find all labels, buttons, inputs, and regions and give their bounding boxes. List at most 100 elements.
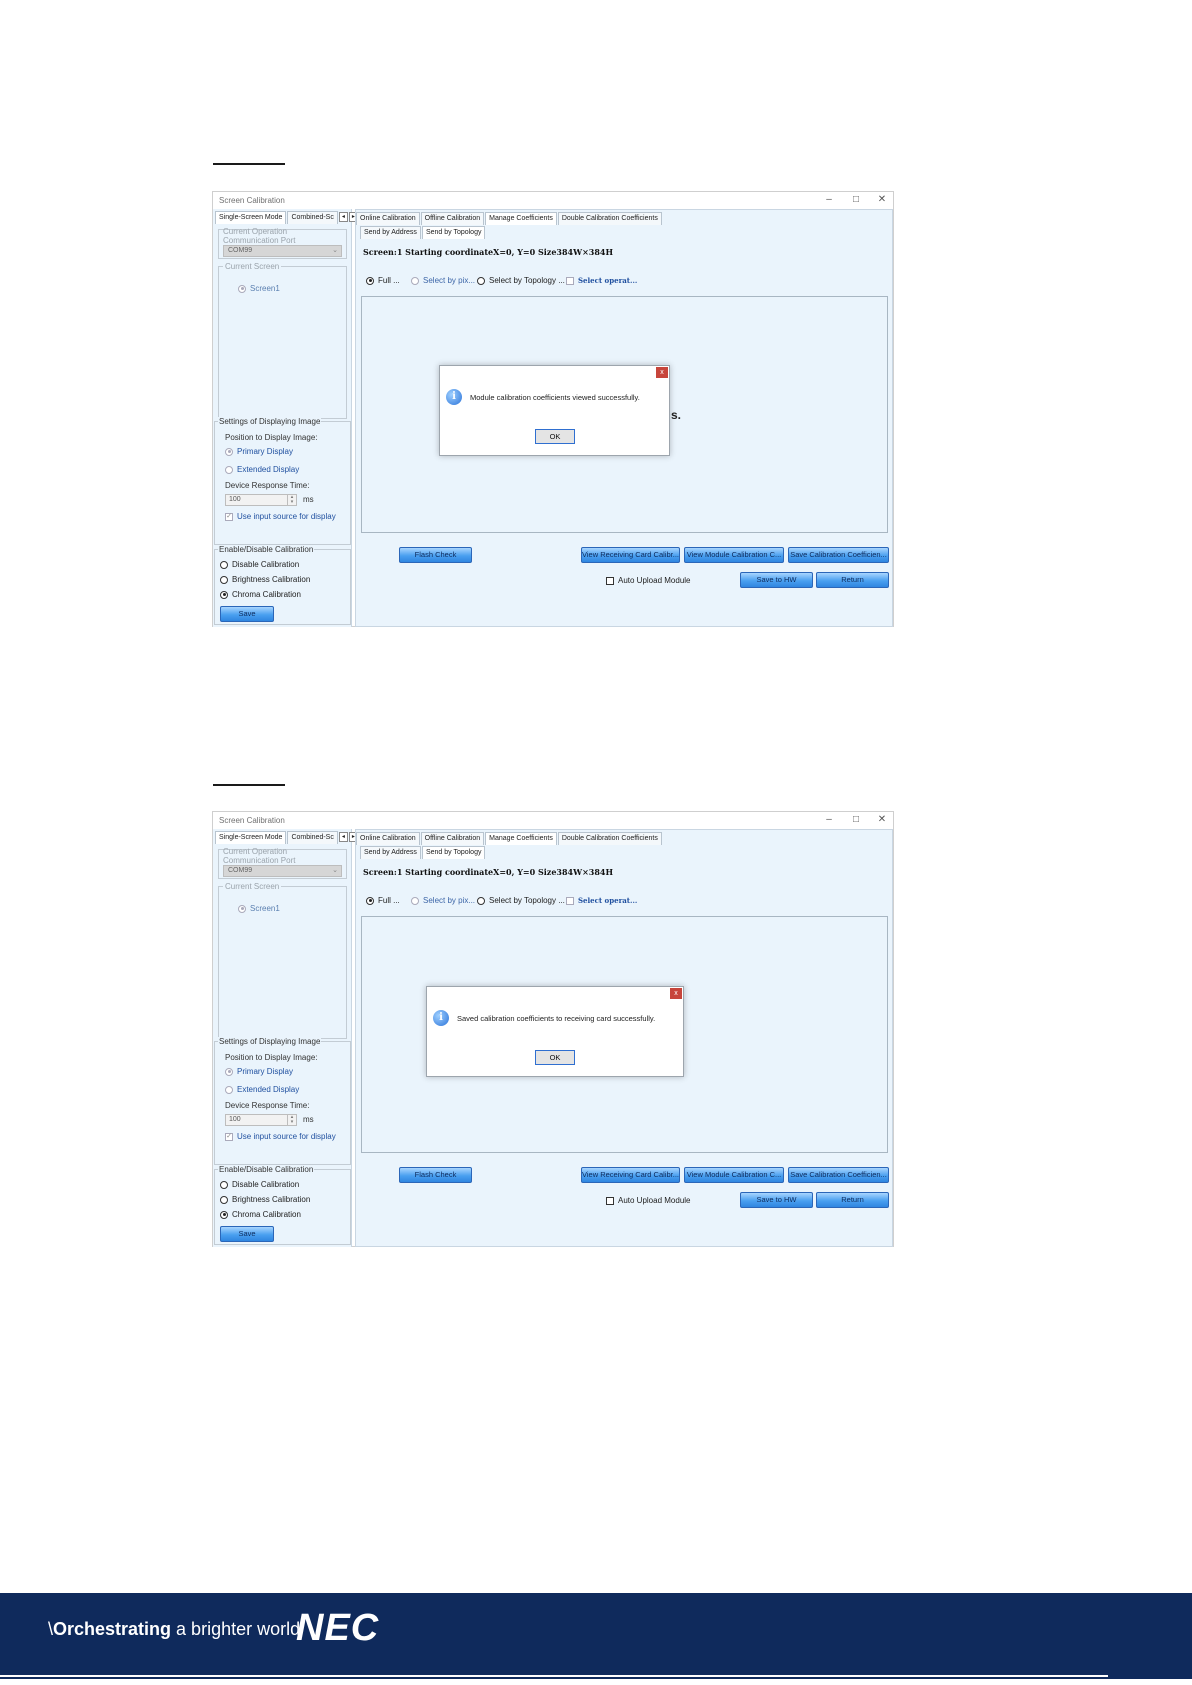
- tab-manage-coefficients[interactable]: Manage Coefficients: [485, 832, 557, 845]
- success-dialog: x i Module calibration coefficients view…: [439, 365, 670, 456]
- tab-send-by-topology[interactable]: Send by Topology: [421, 226, 486, 239]
- tab-online-calibration[interactable]: Online Calibration: [356, 832, 420, 845]
- current-operation-label: Current Operation: [223, 847, 288, 856]
- tab-single-screen-mode[interactable]: Single-Screen Mode: [215, 831, 287, 844]
- tab-combined-screen[interactable]: Combined-Sc: [287, 211, 338, 224]
- footer-divider-gap: [1108, 1675, 1192, 1677]
- tab-scroll-left-icon[interactable]: ◂: [338, 212, 348, 222]
- primary-display-radio[interactable]: Primary Display: [225, 447, 293, 456]
- current-operation-label: Current Operation: [223, 227, 288, 236]
- minimize-icon[interactable]: –: [816, 813, 842, 827]
- ok-button[interactable]: OK: [535, 1050, 575, 1065]
- response-time-input[interactable]: 100 ▴ ▾: [225, 494, 297, 506]
- close-icon[interactable]: x: [670, 988, 682, 999]
- return-button[interactable]: Return: [816, 1192, 889, 1208]
- tab-send-by-address[interactable]: Send by Address: [360, 846, 421, 859]
- full-radio[interactable]: Full ...: [366, 896, 400, 905]
- extended-display-radio[interactable]: Extended Display: [225, 1085, 299, 1094]
- nec-logo: NEC: [296, 1607, 380, 1649]
- chroma-calibration-radio[interactable]: Chroma Calibration: [220, 1210, 301, 1219]
- save-button[interactable]: Save: [220, 606, 274, 622]
- close-icon[interactable]: ✕: [869, 193, 895, 207]
- step-underline-2: [213, 784, 285, 786]
- maximize-icon[interactable]: □: [843, 193, 869, 207]
- response-time-label: Device Response Time:: [225, 481, 310, 490]
- comm-port-select[interactable]: COM99 ⌄: [223, 245, 342, 257]
- display-settings-label: Settings of Displaying Image: [218, 417, 322, 426]
- view-module-calibration-button[interactable]: View Module Calibration C...: [684, 547, 784, 563]
- minimize-icon[interactable]: –: [816, 193, 842, 207]
- extended-display-radio[interactable]: Extended Display: [225, 465, 299, 474]
- close-icon[interactable]: ✕: [869, 813, 895, 827]
- save-to-hw-button[interactable]: Save to HW: [740, 572, 813, 588]
- left-panel: Single-Screen Mode Combined-Sc ◂ ▸ Curre…: [213, 829, 358, 1247]
- tab-offline-calibration[interactable]: Offline Calibration: [420, 212, 485, 225]
- select-operat-checkbox[interactable]: Select operat...: [566, 276, 637, 285]
- function-tabs: Online Calibration Offline Calibration M…: [356, 832, 663, 845]
- full-radio[interactable]: Full ...: [366, 276, 400, 285]
- view-module-calibration-button[interactable]: View Module Calibration C...: [684, 1167, 784, 1183]
- tab-manage-coefficients[interactable]: Manage Coefficients: [485, 212, 557, 225]
- tab-scroll-left-icon[interactable]: ◂: [338, 832, 348, 842]
- tab-send-by-address[interactable]: Send by Address: [360, 226, 421, 239]
- disable-calibration-radio[interactable]: Disable Calibration: [220, 1180, 299, 1189]
- slogan: \Orchestrating a brighter world: [48, 1619, 301, 1639]
- comm-port-label: Communication Port: [223, 856, 296, 865]
- hidden-text-fragment: s.: [671, 408, 682, 422]
- save-to-hw-button[interactable]: Save to HW: [740, 1192, 813, 1208]
- select-by-pixel-radio[interactable]: Select by pix...: [411, 276, 475, 285]
- auto-upload-checkbox[interactable]: Auto Upload Module: [606, 576, 691, 585]
- enable-calibration-label: Enable/Disable Calibration: [218, 1165, 315, 1174]
- flash-check-button[interactable]: Flash Check: [399, 1167, 472, 1183]
- title-bar: Screen Calibration – □ ✕: [213, 812, 893, 829]
- footer-banner: \Orchestrating a brighter world NEC: [0, 1593, 1192, 1679]
- send-tabs: Send by Address Send by Topology: [360, 226, 486, 239]
- brightness-calibration-radio[interactable]: Brightness Calibration: [220, 575, 310, 584]
- screen1-radio[interactable]: Screen1: [238, 904, 280, 913]
- enable-calibration-label: Enable/Disable Calibration: [218, 545, 315, 554]
- maximize-icon[interactable]: □: [843, 813, 869, 827]
- tab-online-calibration[interactable]: Online Calibration: [356, 212, 420, 225]
- ok-button[interactable]: OK: [535, 429, 575, 444]
- save-button[interactable]: Save: [220, 1226, 274, 1242]
- select-by-pixel-radio[interactable]: Select by pix...: [411, 896, 475, 905]
- use-input-source-checkbox[interactable]: ✓ Use input source for display: [225, 512, 336, 521]
- view-receiving-card-button[interactable]: View Receiving Card Calibr...: [581, 1167, 680, 1183]
- ms-label: ms: [303, 1115, 314, 1124]
- tab-single-screen-mode[interactable]: Single-Screen Mode: [215, 211, 287, 224]
- info-icon: i: [446, 389, 462, 405]
- info-icon: i: [433, 1010, 449, 1026]
- auto-upload-checkbox[interactable]: Auto Upload Module: [606, 1196, 691, 1205]
- chroma-calibration-radio[interactable]: Chroma Calibration: [220, 590, 301, 599]
- save-calibration-coefficients-button[interactable]: Save Calibration Coefficien...: [788, 547, 889, 563]
- save-calibration-coefficients-button[interactable]: Save Calibration Coefficien...: [788, 1167, 889, 1183]
- tab-double-calibration-coefficients[interactable]: Double Calibration Coefficients: [557, 832, 662, 845]
- view-receiving-card-button[interactable]: View Receiving Card Calibr...: [581, 547, 680, 563]
- select-by-topology-radio[interactable]: Select by Topology ...: [477, 896, 565, 905]
- spinner-arrows-icon[interactable]: ▴ ▾: [287, 1115, 296, 1125]
- tab-double-calibration-coefficients[interactable]: Double Calibration Coefficients: [557, 212, 662, 225]
- tab-offline-calibration[interactable]: Offline Calibration: [420, 832, 485, 845]
- flash-check-button[interactable]: Flash Check: [399, 547, 472, 563]
- ms-label: ms: [303, 495, 314, 504]
- disable-calibration-radio[interactable]: Disable Calibration: [220, 560, 299, 569]
- select-operat-checkbox[interactable]: Select operat...: [566, 896, 637, 905]
- response-time-input[interactable]: 100 ▴ ▾: [225, 1114, 297, 1126]
- chevron-down-icon: ⌄: [332, 247, 338, 254]
- return-button[interactable]: Return: [816, 572, 889, 588]
- tab-combined-screen[interactable]: Combined-Sc: [287, 831, 338, 844]
- window-title: Screen Calibration: [219, 196, 285, 205]
- screen1-radio[interactable]: Screen1: [238, 284, 280, 293]
- dialog-message: Module calibration coefficients viewed s…: [470, 393, 640, 402]
- spinner-arrows-icon[interactable]: ▴ ▾: [287, 495, 296, 505]
- use-input-source-checkbox[interactable]: ✓ Use input source for display: [225, 1132, 336, 1141]
- comm-port-select[interactable]: COM99 ⌄: [223, 865, 342, 877]
- brightness-calibration-radio[interactable]: Brightness Calibration: [220, 1195, 310, 1204]
- select-by-topology-radio[interactable]: Select by Topology ...: [477, 276, 565, 285]
- footer-divider: [0, 1675, 1108, 1677]
- primary-display-radio[interactable]: Primary Display: [225, 1067, 293, 1076]
- tab-send-by-topology[interactable]: Send by Topology: [421, 846, 486, 859]
- left-panel: Single-Screen Mode Combined-Sc ◂ ▸ Curre…: [213, 209, 358, 627]
- close-icon[interactable]: x: [656, 367, 668, 378]
- step-underline-1: [213, 163, 285, 165]
